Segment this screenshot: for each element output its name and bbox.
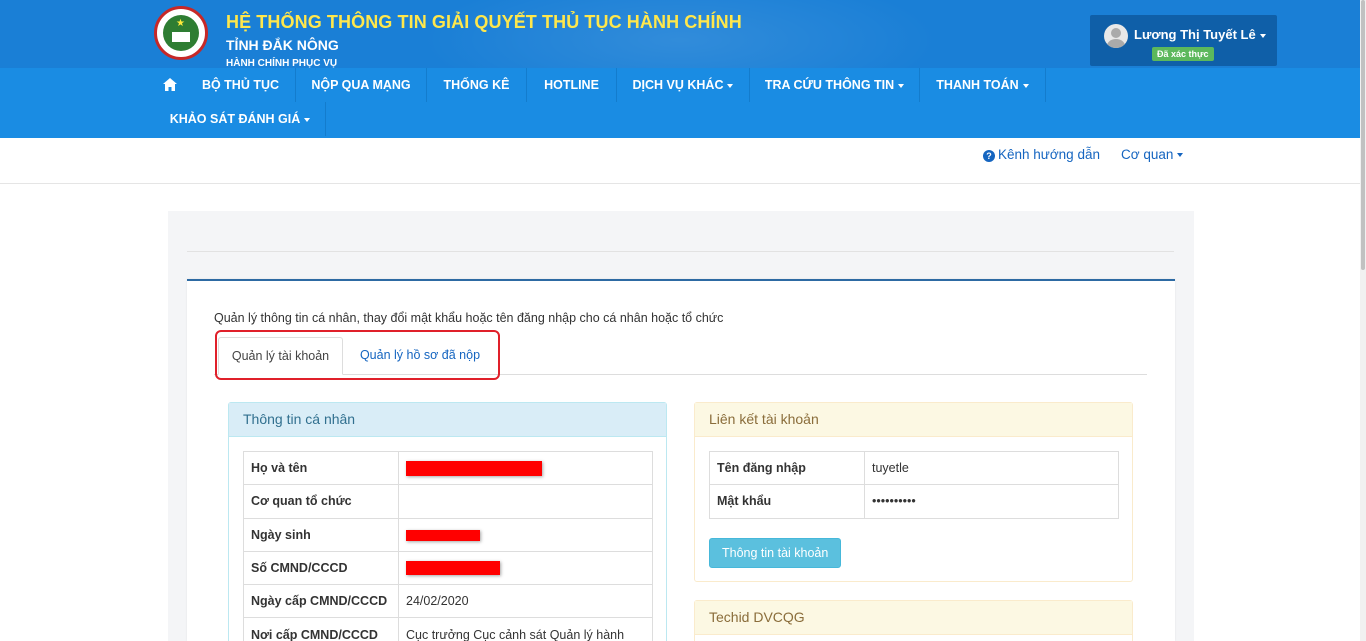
row-value: •••••••••• [864,484,1119,519]
account-panel: Quản lý thông tin cá nhân, thay đổi mật … [187,279,1175,641]
chevron-down-icon [304,117,311,122]
account-link-heading: Liên kết tài khoản [695,403,1132,437]
nav-item-tra-cuu[interactable]: TRA CỨU THÔNG TIN [750,68,920,102]
row-value [398,484,653,519]
techid-heading: Techid DVCQG [695,601,1132,635]
nav-item-thanh-toan[interactable]: THANH TOÁN [920,68,1046,102]
redaction-mark [406,561,500,576]
table-row: Mật khẩu •••••••••• [709,484,1119,519]
scrollbar-thumb[interactable] [1361,0,1365,270]
site-subtitle: TỈNH ĐẮK NÔNG [226,37,339,53]
row-label: Ngày sinh [243,517,399,552]
nav-item-thu-tuc[interactable]: BỘ THỦ TỤC [186,68,296,102]
site-header: ★ HỆ THỐNG THÔNG TIN GIẢI QUYẾT THỦ TỤC … [0,0,1360,68]
table-row: Tên đăng nhập tuyetle [709,450,1119,486]
user-menu[interactable]: Lương Thị Tuyết Lê Đã xác thực [1090,15,1277,66]
redaction-mark [406,529,480,541]
personal-info-card: Thông tin cá nhân Họ và tên Cơ quan tổ c… [228,402,667,641]
main-container: Quản lý thông tin cá nhân, thay đổi mật … [168,211,1194,641]
table-row: Họ và tên [243,450,653,486]
header-map-background [420,0,940,68]
redaction-mark [406,460,542,476]
user-name[interactable]: Lương Thị Tuyết Lê [1134,27,1266,42]
account-table: Tên đăng nhập tuyetle Mật khẩu •••••••••… [709,450,1119,519]
table-row: Ngày sinh [243,517,653,552]
site-title: HỆ THỐNG THÔNG TIN GIẢI QUYẾT THỦ TỤC HÀ… [226,12,742,32]
row-value: tuyetle [864,450,1119,486]
nav-item-thong-ke[interactable]: THỐNG KÊ [427,68,527,102]
avatar-icon [1104,24,1128,48]
nav-item-nop-qua-mang[interactable]: NỘP QUA MẠNG [296,68,427,102]
row-label: Họ và tên [243,450,399,486]
divider [187,251,1174,252]
chevron-down-icon [727,83,734,88]
chevron-down-icon [898,83,905,88]
province-logo-icon[interactable]: ★ [154,6,208,60]
main-nav: BỘ THỦ TỤC NỘP QUA MẠNG THỐNG KÊ HOTLINE… [0,68,1360,138]
nav-item-dich-vu-khac[interactable]: DỊCH VỤ KHÁC [617,68,750,102]
row-label: Nơi cấp CMND/CCCD [243,617,399,641]
table-row: Số CMND/CCCD [243,550,653,586]
account-info-button[interactable]: Thông tin tài khoản [709,538,842,568]
guide-link[interactable]: ? Kênh hướng dẫn [983,147,1100,162]
chevron-down-icon [1259,33,1266,38]
verified-badge: Đã xác thực [1152,47,1214,61]
chevron-down-icon [1022,83,1029,88]
personal-info-heading: Thông tin cá nhân [229,403,666,437]
row-label: Cơ quan tổ chức [243,484,399,519]
row-value: 24/02/2020 [398,584,653,619]
row-value: Cục trưởng Cục cảnh sát Quản lý hành [398,617,653,641]
chevron-down-icon [1177,153,1184,158]
table-row: Ngày cấp CMND/CCCD 24/02/2020 [243,584,653,619]
tabs-highlight-annotation [215,330,500,380]
nav-item-hotline[interactable]: HOTLINE [527,68,617,102]
home-icon[interactable] [163,78,177,91]
row-value [398,517,653,552]
secondary-bar: ? Kênh hướng dẫn Cơ quan [0,138,1360,184]
question-circle-icon: ? [983,150,995,162]
page-scrollbar[interactable] [1360,0,1366,641]
row-value [398,550,653,586]
row-label: Tên đăng nhập [709,450,865,486]
row-value [398,450,653,486]
site-slogan: HÀNH CHÍNH PHỤC VỤ [226,58,338,68]
table-row: Nơi cấp CMND/CCCD Cục trưởng Cục cảnh sá… [243,617,653,641]
techid-card: Techid DVCQG [694,600,1133,641]
row-label: Mật khẩu [709,484,865,519]
personal-info-table: Họ và tên Cơ quan tổ chức Ngày sinh Số C… [243,450,653,641]
row-label: Ngày cấp CMND/CCCD [243,584,399,619]
page-description: Quản lý thông tin cá nhân, thay đổi mật … [214,311,724,325]
nav-item-khao-sat[interactable]: KHẢO SÁT ĐÁNH GIÁ [155,102,326,136]
agency-dropdown[interactable]: Cơ quan [1121,147,1184,162]
table-row: Cơ quan tổ chức [243,484,653,519]
row-label: Số CMND/CCCD [243,550,399,586]
account-link-card: Liên kết tài khoản Tên đăng nhập tuyetle… [694,402,1133,582]
